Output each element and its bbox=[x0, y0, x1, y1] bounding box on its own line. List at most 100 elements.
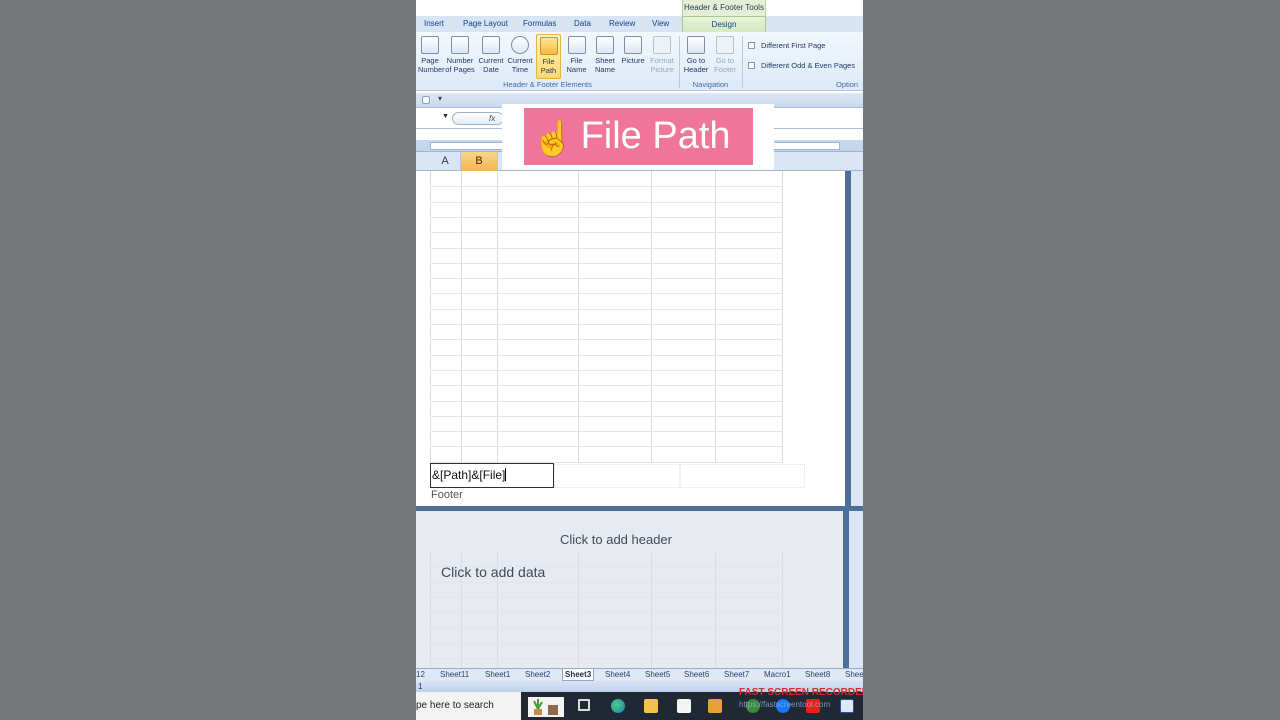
overlay-title: File Path bbox=[580, 115, 731, 157]
sheet-tab[interactable]: Sheet5 bbox=[645, 669, 670, 681]
grid-row-line bbox=[430, 324, 783, 325]
sheet-tab[interactable]: Sheet6 bbox=[684, 669, 709, 681]
grid-row-line bbox=[430, 247, 783, 249]
tab-page-layout[interactable]: Page Layout bbox=[463, 16, 508, 32]
page-indicator: 1 bbox=[418, 682, 423, 691]
button-label: Name bbox=[594, 64, 615, 74]
tab-formulas[interactable]: Formulas bbox=[523, 16, 556, 32]
checkbox-box bbox=[748, 62, 755, 69]
grid-row-line bbox=[430, 415, 783, 417]
go-to-footer-button[interactable]: Go to Footer bbox=[711, 34, 739, 79]
sheet-tab-bar: 12 Sheet11 Sheet1 Sheet2 Sheet3 Sheet4 S… bbox=[416, 668, 863, 681]
add-header-placeholder[interactable]: Click to add header bbox=[416, 532, 816, 547]
grid-row-line bbox=[430, 385, 783, 387]
go-to-header-button[interactable]: Go to Header bbox=[682, 34, 710, 79]
grid-row-line bbox=[430, 354, 783, 356]
sheet-tab[interactable]: Macro1 bbox=[764, 669, 791, 681]
grid-column-line bbox=[461, 171, 462, 463]
add-data-placeholder[interactable]: Click to add data bbox=[441, 564, 545, 580]
different-first-page-checkbox[interactable]: Different First Page bbox=[748, 41, 825, 51]
qat-icon[interactable] bbox=[422, 96, 430, 104]
word-icon[interactable] bbox=[840, 699, 854, 713]
grid-row-line bbox=[430, 612, 783, 614]
footer-center-section[interactable] bbox=[554, 464, 680, 488]
grid-row-line bbox=[430, 369, 783, 371]
current-date-button[interactable]: Current Date bbox=[478, 34, 504, 79]
go-to-footer-icon bbox=[716, 36, 734, 54]
grid-column-line bbox=[430, 551, 431, 668]
button-label: Footer bbox=[714, 64, 736, 74]
sheet-tab-active[interactable]: Sheet3 bbox=[562, 669, 595, 681]
picture-button[interactable]: Picture bbox=[620, 34, 646, 79]
search-highlight-icon[interactable] bbox=[528, 697, 564, 717]
sheet-tab[interactable]: 12 bbox=[416, 669, 425, 681]
column-header-b[interactable]: B bbox=[461, 152, 498, 171]
sheet-tab[interactable]: Sheet8 bbox=[805, 669, 830, 681]
grid-row-line bbox=[430, 339, 783, 341]
left-letterbox bbox=[0, 0, 416, 720]
file-name-button[interactable]: File Name bbox=[564, 34, 589, 79]
qat-dropdown-icon[interactable]: ▾ bbox=[438, 94, 442, 103]
tab-view[interactable]: View bbox=[652, 16, 669, 32]
store-icon[interactable] bbox=[677, 699, 691, 713]
checkbox-label: Different First Page bbox=[761, 41, 826, 50]
folder-icon bbox=[539, 37, 558, 55]
go-to-header-icon bbox=[687, 36, 705, 54]
checkbox-label: Different Odd & Even Pages bbox=[761, 61, 856, 70]
grid-row-line bbox=[430, 642, 783, 644]
grid-column-line bbox=[578, 551, 579, 668]
file-explorer-icon[interactable] bbox=[644, 699, 658, 713]
edge-browser-icon[interactable] bbox=[611, 699, 625, 713]
grid-column-line bbox=[715, 171, 716, 463]
grid-column-line bbox=[497, 171, 498, 463]
different-odd-even-checkbox[interactable]: Different Odd & Even Pages bbox=[748, 61, 855, 71]
grid-row-line bbox=[430, 293, 783, 295]
file-path-button[interactable]: File Path bbox=[536, 34, 561, 79]
button-label: Time bbox=[511, 64, 529, 74]
vertical-scrollbar[interactable] bbox=[851, 171, 863, 507]
sheet-tab[interactable]: Sheet7 bbox=[724, 669, 749, 681]
insert-function-button[interactable]: fx bbox=[452, 112, 504, 125]
grid-row-line bbox=[430, 278, 783, 280]
grid-column-line bbox=[578, 171, 579, 463]
number-of-pages-icon bbox=[451, 36, 469, 54]
group-label-navigation: Navigation bbox=[692, 80, 729, 89]
footer-left-section[interactable]: &[Path]&[File] bbox=[430, 463, 554, 488]
grid-row-line bbox=[430, 627, 783, 629]
task-view-icon[interactable] bbox=[578, 699, 590, 711]
sheet-tab[interactable]: Sheet2 bbox=[525, 669, 550, 681]
sheet-tab[interactable]: Sheet11 bbox=[440, 669, 469, 681]
current-time-button[interactable]: Current Time bbox=[506, 34, 534, 79]
sheet-tab[interactable]: Shee bbox=[845, 669, 863, 681]
button-label: Number bbox=[418, 64, 445, 74]
recorder-watermark: FAST SCREEN RECORDER bbox=[739, 687, 863, 698]
tab-design[interactable]: Design bbox=[682, 16, 766, 33]
grid-row-line bbox=[430, 658, 783, 660]
grid-column-line bbox=[430, 171, 431, 463]
windows-taskbar: pe here to search FAST SCREEN RECORDER h… bbox=[416, 687, 863, 720]
number-of-pages-button[interactable]: Number of Pages bbox=[445, 34, 475, 79]
cell-grid bbox=[430, 171, 783, 463]
tab-insert[interactable]: Insert bbox=[424, 16, 444, 32]
fx-label: fx bbox=[489, 114, 496, 123]
tab-review[interactable]: Review bbox=[609, 16, 635, 32]
button-label: Picture bbox=[650, 64, 674, 74]
sheet-icon bbox=[596, 36, 614, 54]
button-label: Name bbox=[566, 64, 587, 74]
name-box-dropdown-icon[interactable]: ▼ bbox=[442, 113, 449, 120]
taskbar-search-box[interactable]: pe here to search bbox=[416, 692, 521, 720]
grid-row-line bbox=[430, 581, 783, 583]
group-label-elements: Header & Footer Elements bbox=[503, 80, 592, 89]
sheet-tab[interactable]: Sheet4 bbox=[605, 669, 630, 681]
format-picture-button[interactable]: Format Picture bbox=[648, 34, 676, 79]
vertical-scrollbar[interactable] bbox=[849, 511, 863, 668]
column-header-a[interactable]: A bbox=[430, 152, 461, 171]
tab-data[interactable]: Data bbox=[574, 16, 591, 32]
group-separator bbox=[742, 36, 743, 88]
sheet-name-button[interactable]: Sheet Name bbox=[592, 34, 618, 79]
sheet-tab[interactable]: Sheet1 bbox=[485, 669, 510, 681]
toolbox-icon[interactable] bbox=[708, 699, 722, 713]
page-number-button[interactable]: Page Number bbox=[418, 34, 445, 79]
page-number-icon bbox=[421, 36, 439, 54]
footer-right-section[interactable] bbox=[680, 464, 805, 488]
